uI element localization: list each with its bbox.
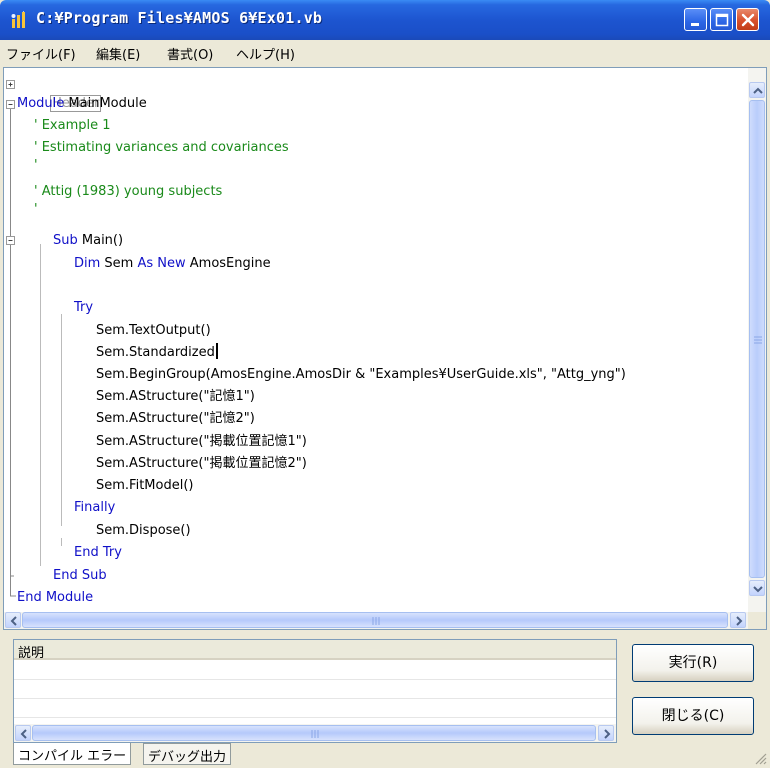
code-line[interactable]: End Try [74,543,122,563]
amos-app-icon[interactable] [10,11,30,29]
chevron-right-icon [736,616,743,626]
code-line[interactable]: Sem.TextOutput() [96,321,211,341]
horizontal-scroll-thumb[interactable] [22,612,728,628]
close-button[interactable]: 閉じる(C) [632,697,754,735]
list-item[interactable] [14,681,616,699]
code-line[interactable]: Sem.FitModel() [96,476,193,496]
code-line[interactable]: Sem.AStructure("掲載位置記憶2") [96,454,307,474]
code-line[interactable]: Sem.Dispose() [96,521,191,541]
run-button[interactable]: 実行(R) [632,644,754,682]
code-line[interactable]: Sem.AStructure("記憶2") [96,409,255,429]
scroll-right-button[interactable] [730,612,746,628]
tab-compile-errors[interactable]: コンパイル エラー [13,743,132,765]
code-line[interactable]: Finally [74,498,115,518]
code-line[interactable]: Module MainModule [17,94,147,114]
code-line[interactable]: End Sub [53,566,107,586]
close-icon [741,13,755,27]
title-bar[interactable]: C:¥Program Files¥AMOS 6¥Ex01.vb [0,0,770,40]
code-line[interactable]: End Module [17,588,93,608]
list-scroll-left-button[interactable] [15,725,31,741]
code-line[interactable]: ' [34,156,38,176]
vertical-scroll-thumb[interactable] [749,100,765,578]
chevron-right-icon [604,729,611,739]
chevron-up-icon [753,87,763,94]
list-horizontal-scroll-thumb[interactable] [32,725,596,741]
code-line[interactable]: Sem.AStructure("記憶1") [96,387,255,407]
code-line[interactable]: ' [34,200,38,220]
scroll-left-button[interactable] [5,612,21,628]
description-list[interactable]: 説明 [13,639,617,743]
list-item[interactable] [14,662,616,680]
tab-debug-output[interactable]: デバッグ出力 [143,743,232,765]
description-column-label: 説明 [18,646,45,661]
code-line[interactable]: Sem.AStructure("掲載位置記憶1") [96,432,307,452]
chevron-down-icon [753,586,763,593]
list-horizontal-scrollbar[interactable] [14,724,616,742]
editor-vertical-scrollbar[interactable] [748,68,766,613]
scroll-down-button[interactable] [749,580,765,596]
grip-lines-icon [754,336,762,344]
window-title: C:¥Program Files¥AMOS 6¥Ex01.vb [36,9,323,27]
maximize-icon [715,13,729,27]
code-text-area[interactable]: Header Module MainModule ' Example 1 ' E… [4,68,748,613]
scrollbar-corner [748,612,766,629]
text-caret [215,343,218,359]
code-editor[interactable]: Header Module MainModule ' Example 1 ' E… [3,67,767,630]
code-line[interactable]: Sub Main() [53,231,123,251]
collapse-sub-icon[interactable] [6,236,15,245]
list-item[interactable] [14,700,616,718]
menu-edit[interactable]: 編集(E) [96,44,140,63]
grip-lines-icon [372,617,380,625]
chevron-left-icon [10,616,17,626]
minimize-button[interactable] [684,8,707,31]
code-line[interactable]: ' Attig (1983) young subjects [34,182,222,202]
code-line[interactable]: ' Example 1 [34,116,111,136]
description-column-header[interactable]: 説明 [14,640,616,661]
grip-lines-icon [311,730,319,738]
minimize-icon [691,23,699,26]
collapse-module-icon[interactable] [6,100,15,109]
list-scroll-right-button[interactable] [598,725,614,741]
code-line[interactable]: Sem.Standardized [96,343,218,363]
chevron-left-icon [20,729,27,739]
amos-program-editor-window: C:¥Program Files¥AMOS 6¥Ex01.vb ファイル(F) … [0,0,770,768]
editor-horizontal-scrollbar[interactable] [4,612,748,629]
menu-format[interactable]: 書式(O) [167,44,213,63]
expand-header-icon[interactable] [6,80,15,89]
resize-grip-icon[interactable] [753,751,767,765]
close-window-button[interactable] [736,8,759,31]
code-line-header[interactable]: Header [17,74,102,112]
menu-help[interactable]: ヘルプ(H) [236,44,295,63]
maximize-button[interactable] [710,8,733,31]
scroll-up-button[interactable] [749,82,765,98]
code-line[interactable]: Dim Sem As New AmosEngine [74,254,271,274]
menu-file[interactable]: ファイル(F) [6,44,76,63]
code-line[interactable]: Try [74,298,93,318]
code-line[interactable]: ' Estimating variances and covariances [34,138,289,158]
menu-bar: ファイル(F) 編集(E) 書式(O) ヘルプ(H) [0,40,770,64]
code-line[interactable]: Sem.BeginGroup(AmosEngine.AmosDir & "Exa… [96,365,626,385]
